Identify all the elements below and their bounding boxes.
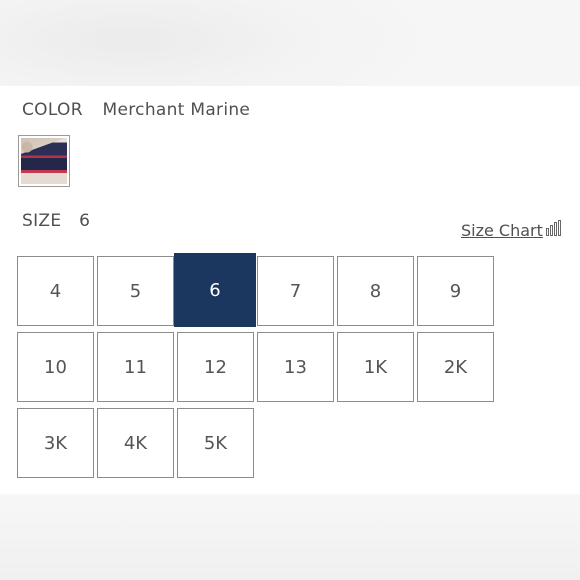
size-option-11[interactable]: 11 [97, 332, 174, 402]
size-option-2k[interactable]: 2K [417, 332, 494, 402]
color-value: Merchant Marine [102, 100, 251, 120]
page-fade-bottom [0, 494, 580, 580]
size-option-8[interactable]: 8 [337, 256, 414, 326]
size-option-9[interactable]: 9 [417, 256, 494, 326]
ruler-bars-icon [545, 220, 562, 236]
size-value: 6 [79, 211, 91, 231]
swatch-image [21, 138, 67, 184]
size-option-6[interactable]: 6 [174, 253, 256, 327]
size-option-1k[interactable]: 1K [337, 332, 414, 402]
color-label: COLOR [22, 100, 83, 120]
color-row: COLOR Merchant Marine [22, 100, 250, 120]
size-chart-label: Size Chart [461, 221, 543, 240]
size-option-3k[interactable]: 3K [17, 408, 94, 478]
size-row: SIZE 6 [22, 211, 90, 231]
product-image-fade-top [0, 0, 580, 86]
size-label: SIZE [22, 211, 62, 231]
size-option-4k[interactable]: 4K [97, 408, 174, 478]
size-option-13[interactable]: 13 [257, 332, 334, 402]
size-option-4[interactable]: 4 [17, 256, 94, 326]
size-option-10[interactable]: 10 [17, 332, 94, 402]
size-option-5[interactable]: 5 [97, 256, 174, 326]
size-option-7[interactable]: 7 [257, 256, 334, 326]
size-option-5k[interactable]: 5K [177, 408, 254, 478]
size-option-12[interactable]: 12 [177, 332, 254, 402]
size-chart-link[interactable]: Size Chart [461, 220, 562, 240]
color-swatch-merchant-marine[interactable] [18, 135, 70, 187]
